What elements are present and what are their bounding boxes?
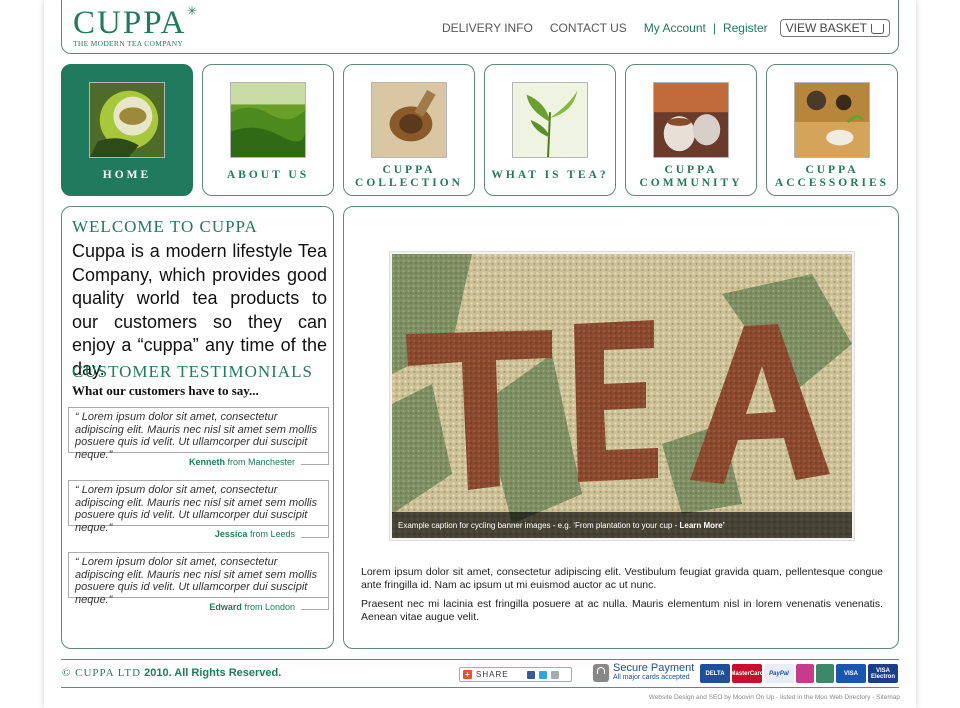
main-navigation: HOME ABOUT US CUPPA COLLECTION WHAT IS T… — [61, 64, 899, 196]
nav-tile-cuppa-collection[interactable]: CUPPA COLLECTION — [343, 64, 475, 196]
logo-tagline: THE MODERN TEA COMPANY — [73, 39, 184, 48]
what-is-tea-thumbnail — [512, 82, 588, 158]
solo-card-icon — [796, 664, 814, 683]
welcome-panel: WELCOME TO CUPPA Cuppa is a modern lifes… — [61, 206, 334, 649]
my-account-link[interactable]: My Account — [644, 21, 706, 35]
nav-label-line-2: COLLECTION — [355, 177, 463, 189]
testimonial-text: “ Lorem ipsum dolor sit amet, consectetu… — [75, 484, 318, 534]
nav-tile-home[interactable]: HOME — [61, 64, 193, 196]
collection-thumbnail — [371, 82, 447, 158]
email-icon — [550, 670, 559, 679]
contact-us-link[interactable]: CONTACT US — [550, 21, 627, 35]
footer-divider — [61, 687, 899, 688]
testimonial-quote: “ Lorem ipsum dolor sit amet, consectetu… — [68, 552, 329, 606]
register-link[interactable]: Register — [723, 21, 768, 35]
nav-label-what-is-tea: WHAT IS TEA? — [491, 169, 609, 181]
secure-payment-title: Secure Payment — [613, 662, 695, 674]
testimonial-author: Jessica from Leeds — [215, 529, 295, 539]
testimonial-quote: “ Lorem ipsum dolor sit amet, consectetu… — [68, 480, 329, 534]
nav-separator: | — [712, 21, 716, 35]
banner-caption: Example caption for cycling banner image… — [392, 512, 852, 538]
author-location: from Manchester — [227, 457, 295, 467]
view-basket-label: VIEW BASKET — [785, 21, 867, 35]
welcome-text: Cuppa is a modern lifestyle Tea Company,… — [72, 241, 327, 379]
community-thumbnail — [653, 82, 729, 158]
nav-label-line-1: CUPPA — [382, 164, 436, 176]
testimonial-text: “ Lorem ipsum dolor sit amet, consectetu… — [75, 411, 318, 461]
nav-label-line-2: ACCESSORIES — [774, 177, 890, 189]
nav-label-home: HOME — [102, 169, 152, 181]
home-thumbnail — [89, 82, 165, 158]
logo-wordmark: CUPPA — [73, 5, 187, 41]
nav-tile-what-is-tea[interactable]: WHAT IS TEA? — [484, 64, 616, 196]
nav-tile-cuppa-accessories[interactable]: CUPPA ACCESSORIES — [766, 64, 898, 196]
main-paragraph: Lorem ipsum dolor sit amet, consectetur … — [361, 566, 883, 591]
share-button[interactable]: + SHARE — [459, 667, 572, 682]
copyright: © CUPPA LTD 2010. All Rights Reserved. — [62, 667, 281, 679]
testimonial-author: Kenneth from Manchester — [189, 457, 295, 467]
share-label: SHARE — [476, 670, 509, 679]
testimonial-quote: “ Lorem ipsum dolor sit amet, consectetu… — [68, 407, 329, 461]
testimonial-tail — [301, 598, 329, 610]
main-paragraph: Praesent nec mi lacinia est fringilla po… — [361, 598, 883, 623]
tea-leaves-image — [392, 254, 852, 538]
testimonial-tail — [301, 526, 329, 538]
testimonials-subheading: What our customers have to say... — [72, 383, 259, 398]
copyright-text: 2010. All Rights Reserved. — [141, 667, 282, 679]
facebook-icon — [526, 670, 535, 679]
nav-label-line-1: CUPPA — [664, 164, 718, 176]
nav-label-cuppa-community: CUPPA COMMUNITY — [626, 164, 756, 190]
leaf-icon: ✳ — [187, 4, 198, 18]
delta-card-icon: DELTA — [700, 664, 730, 683]
cart-icon — [871, 24, 884, 34]
main-content-panel: Example caption for cycling banner image… — [343, 206, 899, 649]
visa-electron-icon: VISA Electron — [868, 664, 898, 683]
logo[interactable]: CUPPA ✳ THE MODERN TEA COMPANY — [73, 4, 197, 48]
testimonial-tail — [301, 453, 329, 465]
learn-more-link[interactable]: Learn More’ — [679, 521, 724, 530]
nav-label-line-2: COMMUNITY — [639, 177, 743, 189]
top-navigation: DELIVERY INFO CONTACT US My Account | Re… — [442, 19, 890, 37]
author-name: Kenneth — [188, 457, 225, 467]
author-location: from London — [244, 602, 295, 612]
site-header: CUPPA ✳ THE MODERN TEA COMPANY DELIVERY … — [61, 0, 899, 54]
delivery-info-link[interactable]: DELIVERY INFO — [442, 21, 533, 35]
footer-divider — [61, 659, 899, 660]
maestro-card-icon — [816, 664, 834, 683]
welcome-heading: WELCOME TO CUPPA — [72, 217, 258, 236]
paypal-icon: PayPal — [764, 664, 794, 683]
visa-card-icon: VISA — [836, 664, 866, 683]
nav-tile-cuppa-community[interactable]: CUPPA COMMUNITY — [625, 64, 757, 196]
nav-label-about-us: ABOUT US — [226, 169, 310, 181]
view-basket-button[interactable]: VIEW BASKET — [779, 19, 890, 37]
accessories-thumbnail — [794, 82, 870, 158]
site-credits[interactable]: Website Design and SEO by Moovin On Up -… — [649, 694, 900, 701]
plus-icon: + — [463, 670, 472, 679]
nav-label-line-1: CUPPA — [805, 164, 859, 176]
copyright-company: © CUPPA LTD — [62, 667, 142, 679]
author-name: Jessica — [214, 529, 248, 539]
nav-tile-about-us[interactable]: ABOUT US — [202, 64, 334, 196]
about-us-thumbnail — [230, 82, 306, 158]
testimonial-text: “ Lorem ipsum dolor sit amet, consectetu… — [75, 556, 318, 606]
secure-payment-subtitle: All major cards accepted — [613, 674, 690, 681]
caption-text: Example caption for cycling banner image… — [398, 521, 678, 530]
secure-payment-text: Secure Payment All major cards accepted — [613, 662, 695, 682]
banner-image[interactable]: Example caption for cycling banner image… — [392, 254, 852, 538]
nav-label-cuppa-accessories: CUPPA ACCESSORIES — [767, 164, 897, 190]
testimonials-heading: CUSTOMER TESTIMONIALS — [72, 362, 313, 381]
lock-icon — [593, 664, 609, 682]
nav-label-cuppa-collection: CUPPA COLLECTION — [344, 164, 474, 190]
twitter-icon — [538, 670, 547, 679]
mastercard-icon: MasterCard — [731, 664, 764, 683]
author-location: from Leeds — [249, 529, 295, 539]
secure-payment: Secure Payment All major cards accepted — [593, 662, 695, 682]
author-name: Edward — [209, 602, 242, 612]
testimonial-author: Edward from London — [209, 602, 295, 612]
payment-cards: DELTA MasterCard PayPal VISA VISA Electr… — [700, 664, 898, 683]
banner-frame: Example caption for cycling banner image… — [389, 251, 855, 541]
